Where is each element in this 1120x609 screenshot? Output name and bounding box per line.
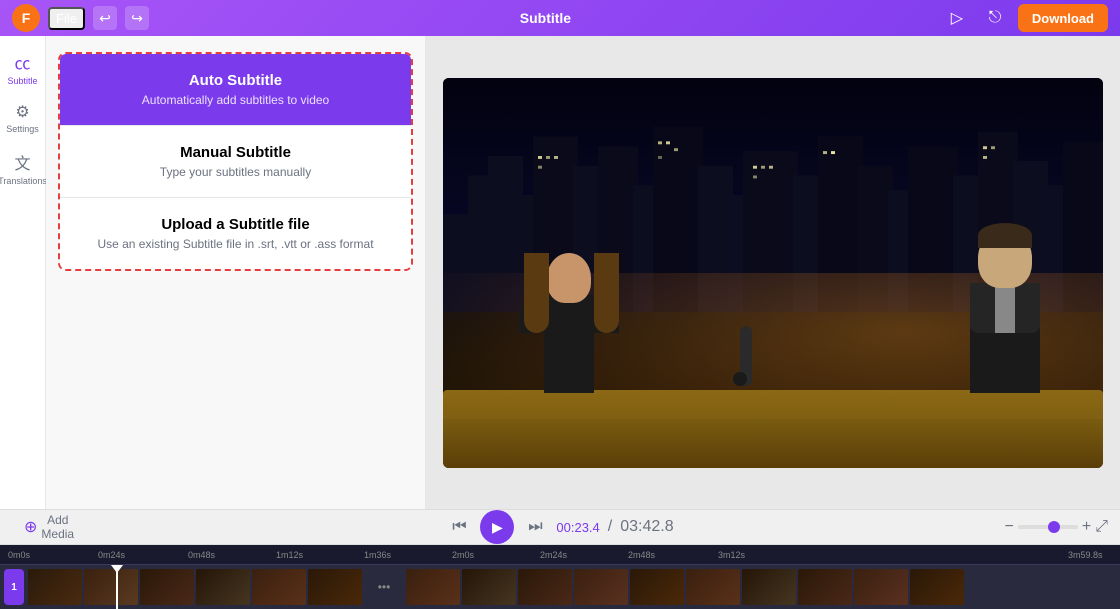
ruler-mark-0: 0m0s	[8, 550, 30, 560]
thumb-12	[686, 569, 740, 605]
playhead[interactable]	[116, 565, 118, 609]
total-time: 03:42.8	[620, 518, 673, 536]
zoom-slider[interactable]	[1018, 525, 1078, 529]
subtitle-options-container: Auto Subtitle Automatically add subtitle…	[58, 52, 413, 271]
thumb-15	[854, 569, 908, 605]
app-logo: F	[12, 4, 40, 32]
add-media-button[interactable]: ⊕ Add Media	[24, 513, 74, 541]
more-indicator: •••	[364, 569, 404, 605]
thumb-9	[518, 569, 572, 605]
ruler-mark-6: 2m24s	[540, 550, 567, 560]
current-time: 00:23.4	[556, 520, 599, 535]
thumb-3	[140, 569, 194, 605]
thumb-16	[910, 569, 964, 605]
ruler-mark-5: 2m0s	[452, 550, 474, 560]
sidebar-label-settings: Settings	[6, 124, 39, 134]
add-media-label: Add Media	[41, 513, 74, 541]
video-scene	[443, 78, 1103, 468]
track-area: 1 •••	[0, 565, 1120, 609]
main-body: ㏄ Subtitle ⚙ Settings 文 Translations Aut…	[0, 36, 1120, 509]
ruler-mark-4: 1m36s	[364, 550, 391, 560]
download-button[interactable]: Download	[1018, 4, 1108, 32]
sidebar-item-subtitle[interactable]: ㏄ Subtitle	[2, 44, 44, 92]
plus-icon: ⊕	[24, 517, 37, 537]
thumb-5	[252, 569, 306, 605]
playback-controls: ⏮ ▶ ⏭ 00:23.4 / 03:42.8	[446, 510, 673, 544]
thumb-10	[574, 569, 628, 605]
expand-button[interactable]: ⤢	[1095, 518, 1108, 536]
thumb-14	[798, 569, 852, 605]
share-button[interactable]: ⎋	[980, 3, 1010, 33]
zoom-controls: − + ⤢	[1005, 518, 1109, 536]
subtitle-icon: ㏄	[14, 50, 30, 74]
sidebar-label-subtitle: Subtitle	[7, 76, 37, 86]
thumb-1	[28, 569, 82, 605]
ruler-mark-2: 0m48s	[188, 550, 215, 560]
ruler-marks: 0m0s 0m24s 0m48s 1m12s 1m36s 2m0s 2m24s …	[8, 547, 1112, 563]
zoom-thumb	[1048, 521, 1060, 533]
thumb-8	[462, 569, 516, 605]
upload-subtitle-option[interactable]: Upload a Subtitle file Use an existing S…	[60, 198, 411, 269]
auto-subtitle-title: Auto Subtitle	[76, 72, 395, 89]
upload-subtitle-title: Upload a Subtitle file	[76, 216, 395, 233]
file-menu[interactable]: File	[48, 7, 85, 30]
video-area	[426, 36, 1120, 509]
zoom-in-button[interactable]: +	[1082, 518, 1091, 536]
timeline[interactable]: 0m0s 0m24s 0m48s 1m12s 1m36s 2m0s 2m24s …	[0, 545, 1120, 609]
sidebar-item-settings[interactable]: ⚙ Settings	[2, 96, 44, 140]
ruler-mark-8: 3m12s	[718, 550, 745, 560]
settings-icon: ⚙	[15, 102, 29, 122]
auto-subtitle-option[interactable]: Auto Subtitle Automatically add subtitle…	[60, 54, 411, 126]
sidebar-item-translations[interactable]: 文 Translations	[2, 144, 44, 192]
app-title: Subtitle	[157, 10, 934, 26]
app-header: F File ↩ ↪ Subtitle ▷ ⎋ Download	[0, 0, 1120, 36]
upload-subtitle-desc: Use an existing Subtitle file in .srt, .…	[76, 237, 395, 251]
timeline-ruler: 0m0s 0m24s 0m48s 1m12s 1m36s 2m0s 2m24s …	[0, 545, 1120, 565]
bottom-section: ⊕ Add Media ⏮ ▶ ⏭ 00:23.4 / 03:42.8 − + …	[0, 509, 1120, 609]
redo-button[interactable]: ↪	[125, 6, 149, 30]
skip-forward-button[interactable]: ⏭	[522, 514, 548, 540]
ruler-mark-3: 1m12s	[276, 550, 303, 560]
play-icon: ▶	[492, 519, 503, 536]
header-right-controls: ▷ ⎋ Download	[942, 3, 1108, 33]
sidebar: ㏄ Subtitle ⚙ Settings 文 Translations	[0, 36, 46, 509]
thumb-4	[196, 569, 250, 605]
translations-icon: 文	[14, 150, 30, 174]
video-player[interactable]	[443, 78, 1103, 468]
play-button[interactable]: ▶	[480, 510, 514, 544]
subtitle-panel: Auto Subtitle Automatically add subtitle…	[46, 36, 426, 509]
time-separator: /	[608, 518, 612, 536]
manual-subtitle-option[interactable]: Manual Subtitle Type your subtitles manu…	[60, 126, 411, 198]
auto-subtitle-desc: Automatically add subtitles to video	[76, 93, 395, 107]
thumb-13	[742, 569, 796, 605]
ruler-mark-7: 2m48s	[628, 550, 655, 560]
ruler-mark-9: 3m59.8s	[1068, 550, 1103, 560]
track-thumbnails: •••	[28, 569, 964, 605]
skip-back-button[interactable]: ⏮	[446, 514, 472, 540]
thumb-7	[406, 569, 460, 605]
thumb-11	[630, 569, 684, 605]
playback-bar: ⊕ Add Media ⏮ ▶ ⏭ 00:23.4 / 03:42.8 − + …	[0, 509, 1120, 545]
ruler-mark-1: 0m24s	[98, 550, 125, 560]
track-label: 1	[4, 569, 24, 605]
manual-subtitle-title: Manual Subtitle	[76, 144, 395, 161]
sidebar-label-translations: Translations	[0, 176, 47, 186]
manual-subtitle-desc: Type your subtitles manually	[76, 165, 395, 179]
thumb-2	[84, 569, 138, 605]
preview-button[interactable]: ▷	[942, 3, 972, 33]
thumb-6	[308, 569, 362, 605]
undo-button[interactable]: ↩	[93, 6, 117, 30]
zoom-out-button[interactable]: −	[1005, 518, 1014, 536]
